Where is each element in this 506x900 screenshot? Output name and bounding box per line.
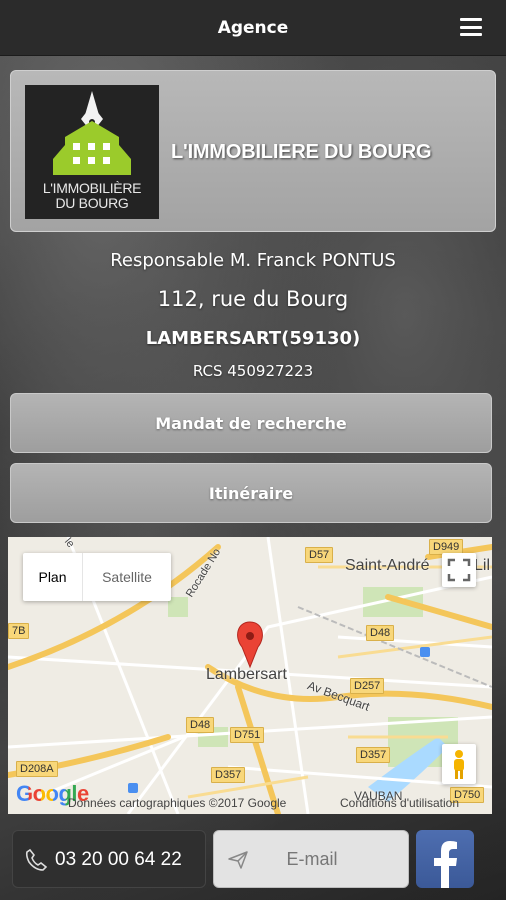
logo-text-line2: DU BOURG xyxy=(55,195,129,211)
agency-header-card: L'IMMOBILIÈRE DU BOURG L'IMMOBILIERE DU … xyxy=(10,70,496,232)
road-label-d57: D57 xyxy=(305,547,334,563)
phone-number: 03 20 00 64 22 xyxy=(55,849,182,870)
map-type-satellite[interactable]: Satellite xyxy=(83,553,171,601)
road-label-d751: D751 xyxy=(230,727,265,743)
place-lille: Lil xyxy=(474,557,491,574)
map-terms-link[interactable]: Conditions d'utilisation xyxy=(340,796,459,810)
road-label-d48-north: D48 xyxy=(366,625,395,641)
street-view-pegman-icon[interactable] xyxy=(442,744,476,784)
road-label-d357-south: D357 xyxy=(211,767,246,783)
agency-logo: L'IMMOBILIÈRE DU BOURG xyxy=(25,85,159,219)
call-button[interactable]: 03 20 00 64 22 xyxy=(12,830,206,888)
manager-name: Responsable M. Franck PONTUS xyxy=(110,250,396,271)
road-label-d257: D257 xyxy=(350,678,385,694)
fullscreen-icon[interactable] xyxy=(442,553,476,587)
phone-icon xyxy=(25,848,47,871)
city-postcode: LAMBERSART(59130) xyxy=(145,328,361,349)
agency-name: L'IMMOBILIERE DU BOURG xyxy=(171,141,432,163)
email-button[interactable]: E-mail xyxy=(213,830,409,888)
map-attribution: Données cartographiques ©2017 Google xyxy=(68,796,287,810)
street-address: 112, rue du Bourg xyxy=(157,287,349,311)
map-type-plan[interactable]: Plan xyxy=(23,553,83,601)
road-label-d357-east: D357 xyxy=(356,747,391,763)
place-saint-andre: Saint-André xyxy=(345,557,430,574)
facebook-icon[interactable] xyxy=(416,830,474,888)
google-map[interactable]: D57 D949 D48 D257 D48 D751 D357 D357 D20… xyxy=(8,537,492,814)
email-label: E-mail xyxy=(286,849,338,869)
road-label-7b: 7B xyxy=(8,623,30,639)
place-lambersart: Lambersart xyxy=(206,666,287,683)
rcs-number: RCS 450927223 xyxy=(192,362,314,380)
itinerary-button[interactable]: Itinéraire xyxy=(10,463,492,523)
top-bar: Agence xyxy=(0,0,506,56)
hamburger-menu-icon[interactable] xyxy=(460,18,482,36)
search-mandate-button[interactable]: Mandat de recherche xyxy=(10,393,492,453)
logo-text-line1: L'IMMOBILIÈRE xyxy=(42,180,142,196)
map-type-control: Plan Satellite xyxy=(23,553,171,601)
page-title: Agence xyxy=(217,17,289,38)
road-label-d208a: D208A xyxy=(16,761,58,777)
road-label-d48-south: D48 xyxy=(186,717,215,733)
